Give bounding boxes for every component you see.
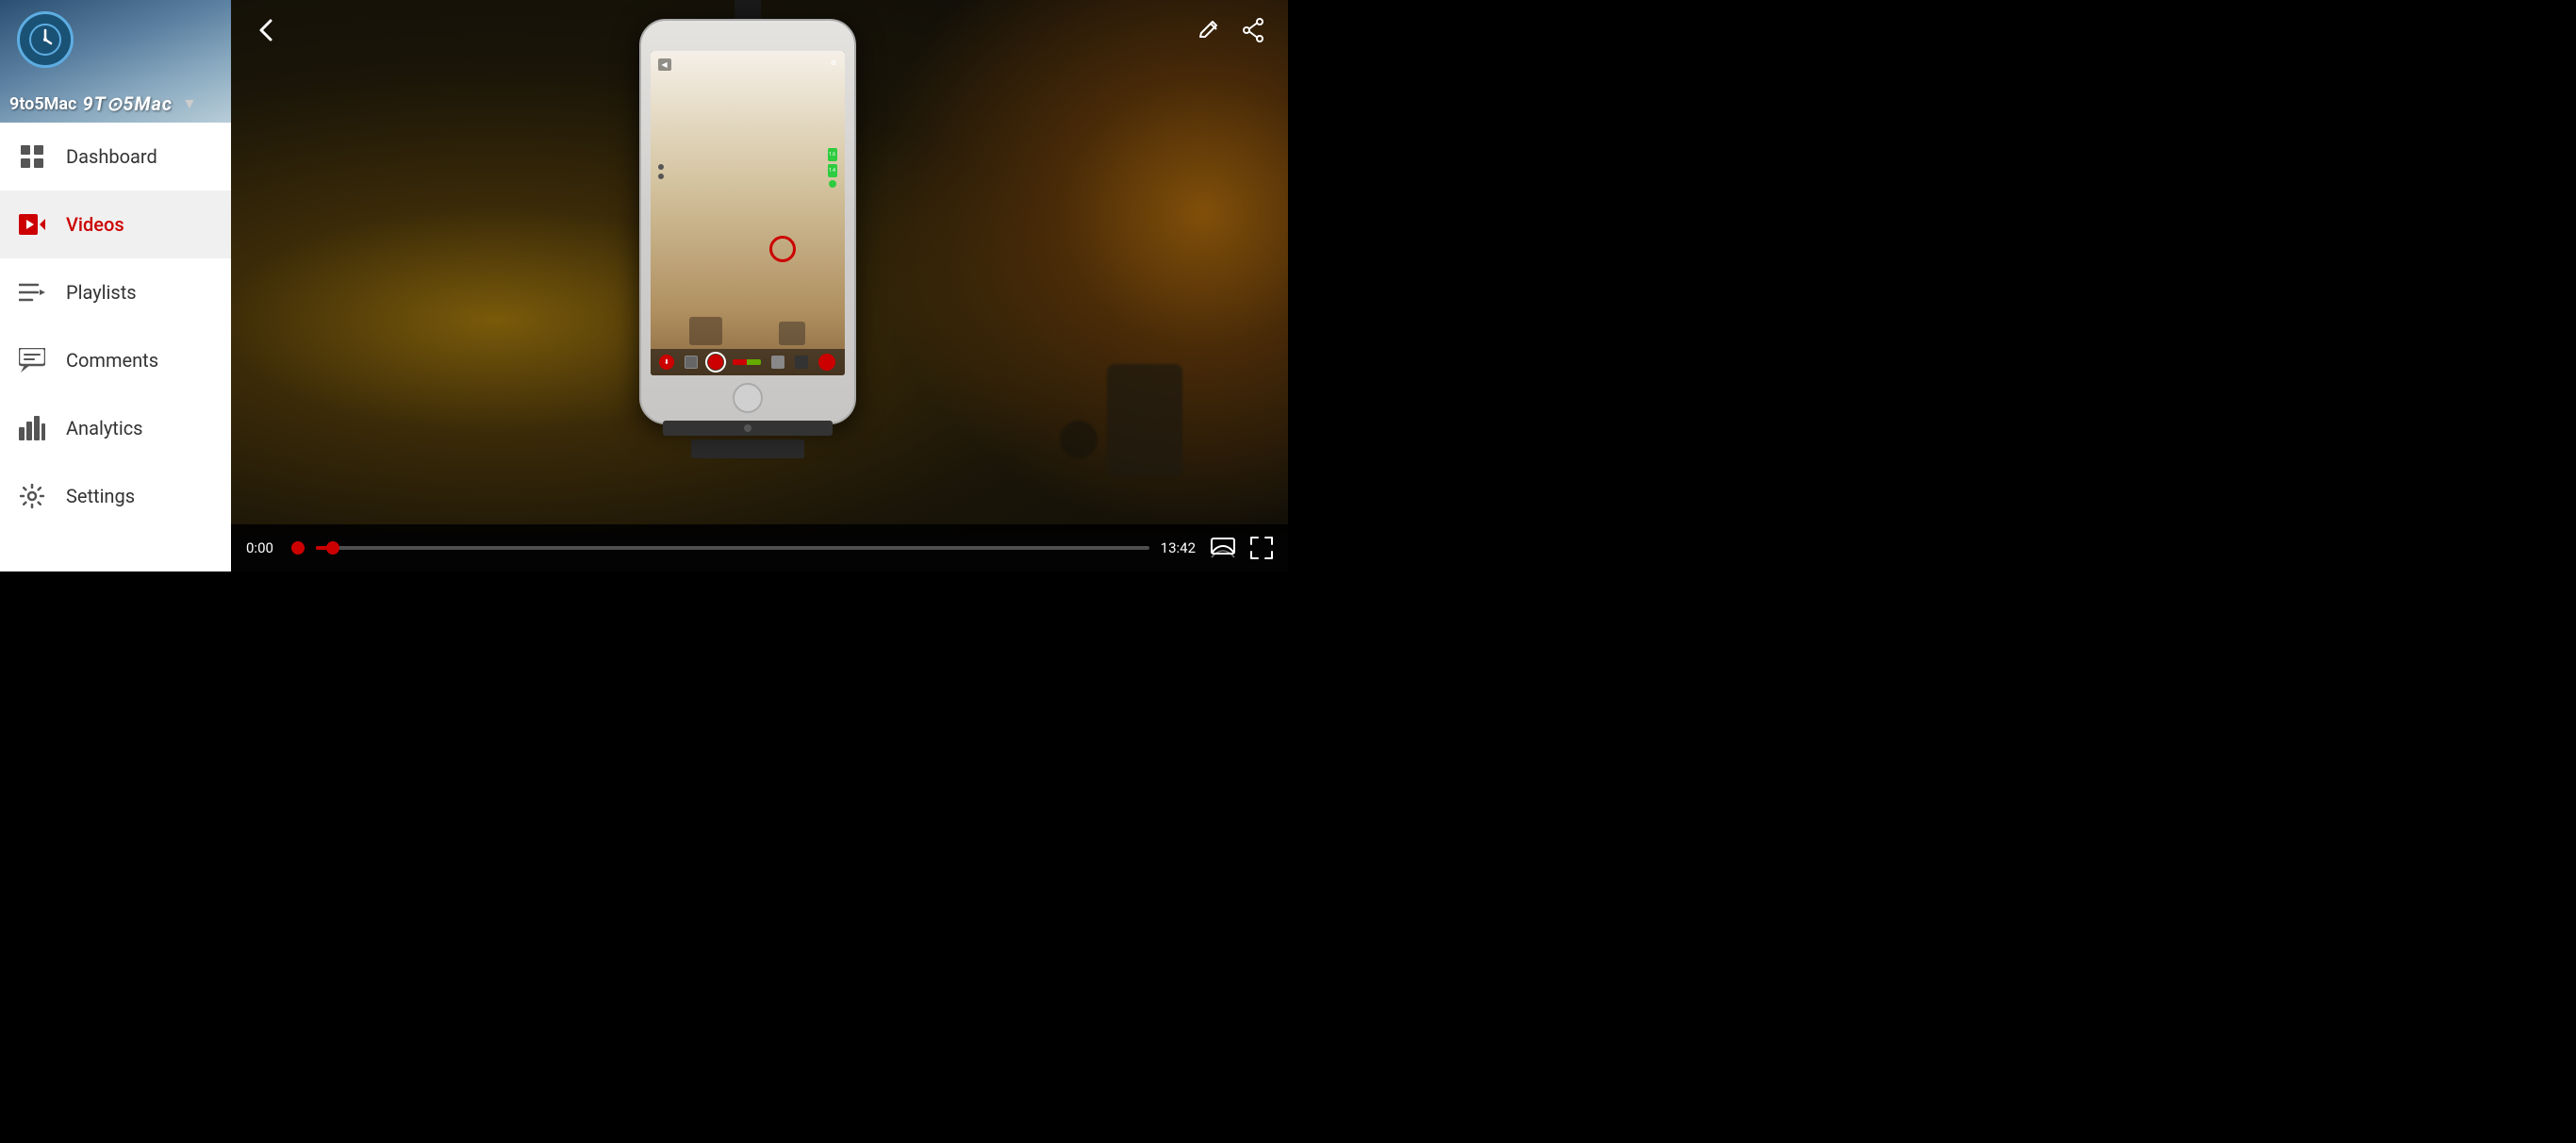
sidebar-item-label-settings: Settings [66,485,135,507]
channel-header[interactable]: 9to5Mac 9T⊙5Mac ▼ [0,0,231,123]
comments-icon [19,347,45,373]
dashboard-icon [19,143,45,170]
video-area: ◀ ⊕ ⬇ [231,0,1288,572]
current-time: 0:00 [246,539,280,556]
top-right-icons [1197,18,1265,42]
progress-bar[interactable] [316,546,1149,550]
channel-name-row[interactable]: 9to5Mac 9T⊙5Mac ▼ [9,92,222,115]
sidebar-item-label-comments: Comments [66,349,158,372]
channel-name: 9to5Mac [9,94,76,114]
channel-logo-text: 9T⊙5Mac [82,92,173,115]
sidebar-item-label-dashboard: Dashboard [66,145,157,168]
edit-button[interactable] [1197,18,1222,42]
sidebar-item-label-videos: Videos [66,213,124,236]
chevron-down-icon[interactable]: ▼ [182,94,197,113]
video-top-bar [231,0,1288,60]
total-time: 13:42 [1161,539,1196,556]
share-button[interactable] [1241,18,1265,42]
sidebar-item-settings[interactable]: Settings [0,462,231,530]
analytics-icon [19,415,45,441]
cast-button[interactable] [1211,538,1235,558]
phone-on-tripod: ◀ ⊕ ⬇ [625,19,870,472]
sidebar: 9to5Mac 9T⊙5Mac ▼ Dashboard [0,0,231,572]
video-background[interactable]: ◀ ⊕ ⬇ [231,0,1288,534]
sidebar-item-videos[interactable]: Videos [0,190,231,258]
videos-icon [19,211,45,238]
playlists-icon [19,279,45,306]
sidebar-item-label-playlists: Playlists [66,281,137,304]
sidebar-item-dashboard[interactable]: Dashboard [0,123,231,190]
settings-icon [19,483,45,509]
sidebar-item-label-analytics: Analytics [66,417,143,439]
channel-logo [17,11,74,68]
fullscreen-button[interactable] [1250,537,1273,559]
nav-list: Dashboard Videos [0,123,231,572]
sidebar-item-playlists[interactable]: Playlists [0,258,231,326]
sidebar-item-analytics[interactable]: Analytics [0,394,231,462]
back-button[interactable] [254,17,280,43]
progress-dot [326,541,339,555]
play-indicator-dot [291,541,305,555]
video-controls-bar: 0:00 13:42 [231,524,1288,572]
sidebar-item-comments[interactable]: Comments [0,326,231,394]
